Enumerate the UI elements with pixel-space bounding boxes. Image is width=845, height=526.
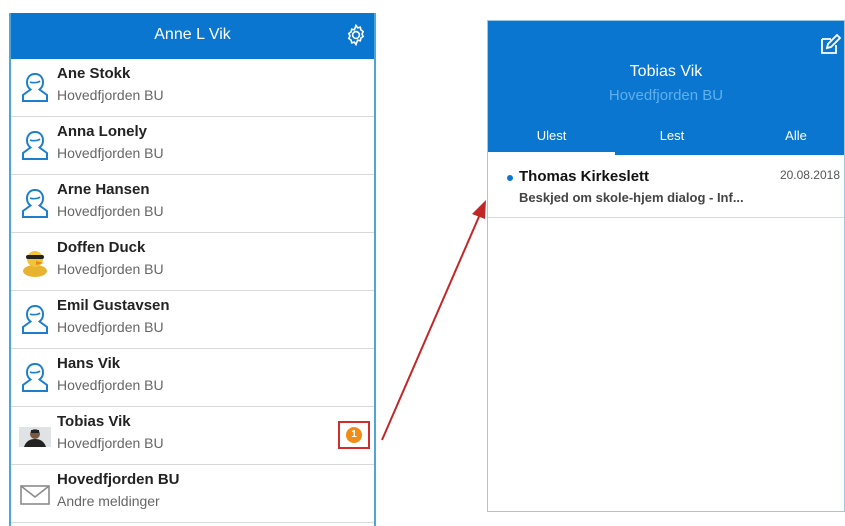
highlight-box: 1 xyxy=(338,421,370,449)
conversation-name: Tobias Vik xyxy=(629,63,703,80)
contact-row[interactable]: Tobias Vik Hovedfjorden BU 1 xyxy=(11,407,374,465)
contact-row[interactable]: Hans Vik Hovedfjorden BU xyxy=(11,349,374,407)
contact-name: Emil Gustavsen xyxy=(57,297,170,314)
person-outline-icon xyxy=(22,304,48,334)
contact-name: Hovedfjorden BU xyxy=(57,471,180,488)
contact-group: Hovedfjorden BU xyxy=(57,377,164,393)
right-header: Tobias Vik Hovedfjorden BU Ulest Lest Al… xyxy=(488,21,844,155)
left-header-title: Anne L Vik xyxy=(154,26,231,43)
photo-avatar xyxy=(19,427,51,447)
contact-group: Hovedfjorden BU xyxy=(57,145,164,161)
contact-group: Hovedfjorden BU xyxy=(57,435,164,451)
gear-icon[interactable] xyxy=(344,23,368,47)
person-outline-icon xyxy=(22,72,48,102)
conversation-panel: Tobias Vik Hovedfjorden BU Ulest Lest Al… xyxy=(487,20,845,512)
arrow-head xyxy=(472,200,486,219)
contact-group: Hovedfjorden BU xyxy=(57,319,164,335)
contact-group: Hovedfjorden BU xyxy=(57,87,164,103)
contact-group: Andre meldinger xyxy=(57,493,160,509)
person-outline-icon xyxy=(22,130,48,160)
unread-dot xyxy=(507,175,513,181)
contact-name: Hans Vik xyxy=(57,355,121,372)
message-date: 20.08.2018 xyxy=(779,168,840,182)
duck-avatar xyxy=(23,251,47,277)
tab-lest[interactable]: Lest xyxy=(615,121,729,155)
person-outline-icon xyxy=(22,188,48,218)
message-subject: Beskjed om skole-hjem dialog - Inf... xyxy=(519,190,744,205)
contact-row[interactable]: Emil Gustavsen Hovedfjorden BU xyxy=(11,291,374,349)
tab-alle[interactable]: Alle xyxy=(751,121,841,155)
person-outline-icon xyxy=(22,362,48,392)
conversation-group: Hovedfjorden BU xyxy=(608,87,724,104)
tab-ulest[interactable]: Ulest xyxy=(488,121,615,155)
contact-name: Arne Hansen xyxy=(57,181,150,198)
contact-name: Ane Stokk xyxy=(57,65,131,82)
contact-row[interactable]: Anna Lonely Hovedfjorden BU xyxy=(11,117,374,175)
contact-row[interactable]: Arne Hansen Hovedfjorden BU xyxy=(11,175,374,233)
envelope-icon xyxy=(20,485,50,505)
compose-icon[interactable] xyxy=(818,33,842,57)
contact-row[interactable]: Ane Stokk Hovedfjorden BU xyxy=(11,59,374,117)
contact-list-panel: Anne L Vik Ane Stokk Hovedfjorden BU Ann… xyxy=(9,13,376,526)
message-sender: Thomas Kirkeslett xyxy=(519,168,650,185)
contact-name: Anna Lonely xyxy=(57,123,148,140)
message-row[interactable]: Thomas Kirkeslett 20.08.2018 Beskjed om … xyxy=(488,155,844,218)
tab-bar: Ulest Lest Alle xyxy=(488,121,844,155)
contact-row[interactable]: Hovedfjorden BU Andre meldinger xyxy=(11,465,374,523)
contact-name: Doffen Duck xyxy=(57,239,146,256)
contact-group: Hovedfjorden BU xyxy=(57,261,164,277)
left-header: Anne L Vik xyxy=(11,13,374,59)
contact-row[interactable]: Doffen Duck Hovedfjorden BU xyxy=(11,233,374,291)
unread-badge: 1 xyxy=(346,427,362,443)
contact-group: Hovedfjorden BU xyxy=(57,203,164,219)
contact-name: Tobias Vik xyxy=(57,413,131,430)
